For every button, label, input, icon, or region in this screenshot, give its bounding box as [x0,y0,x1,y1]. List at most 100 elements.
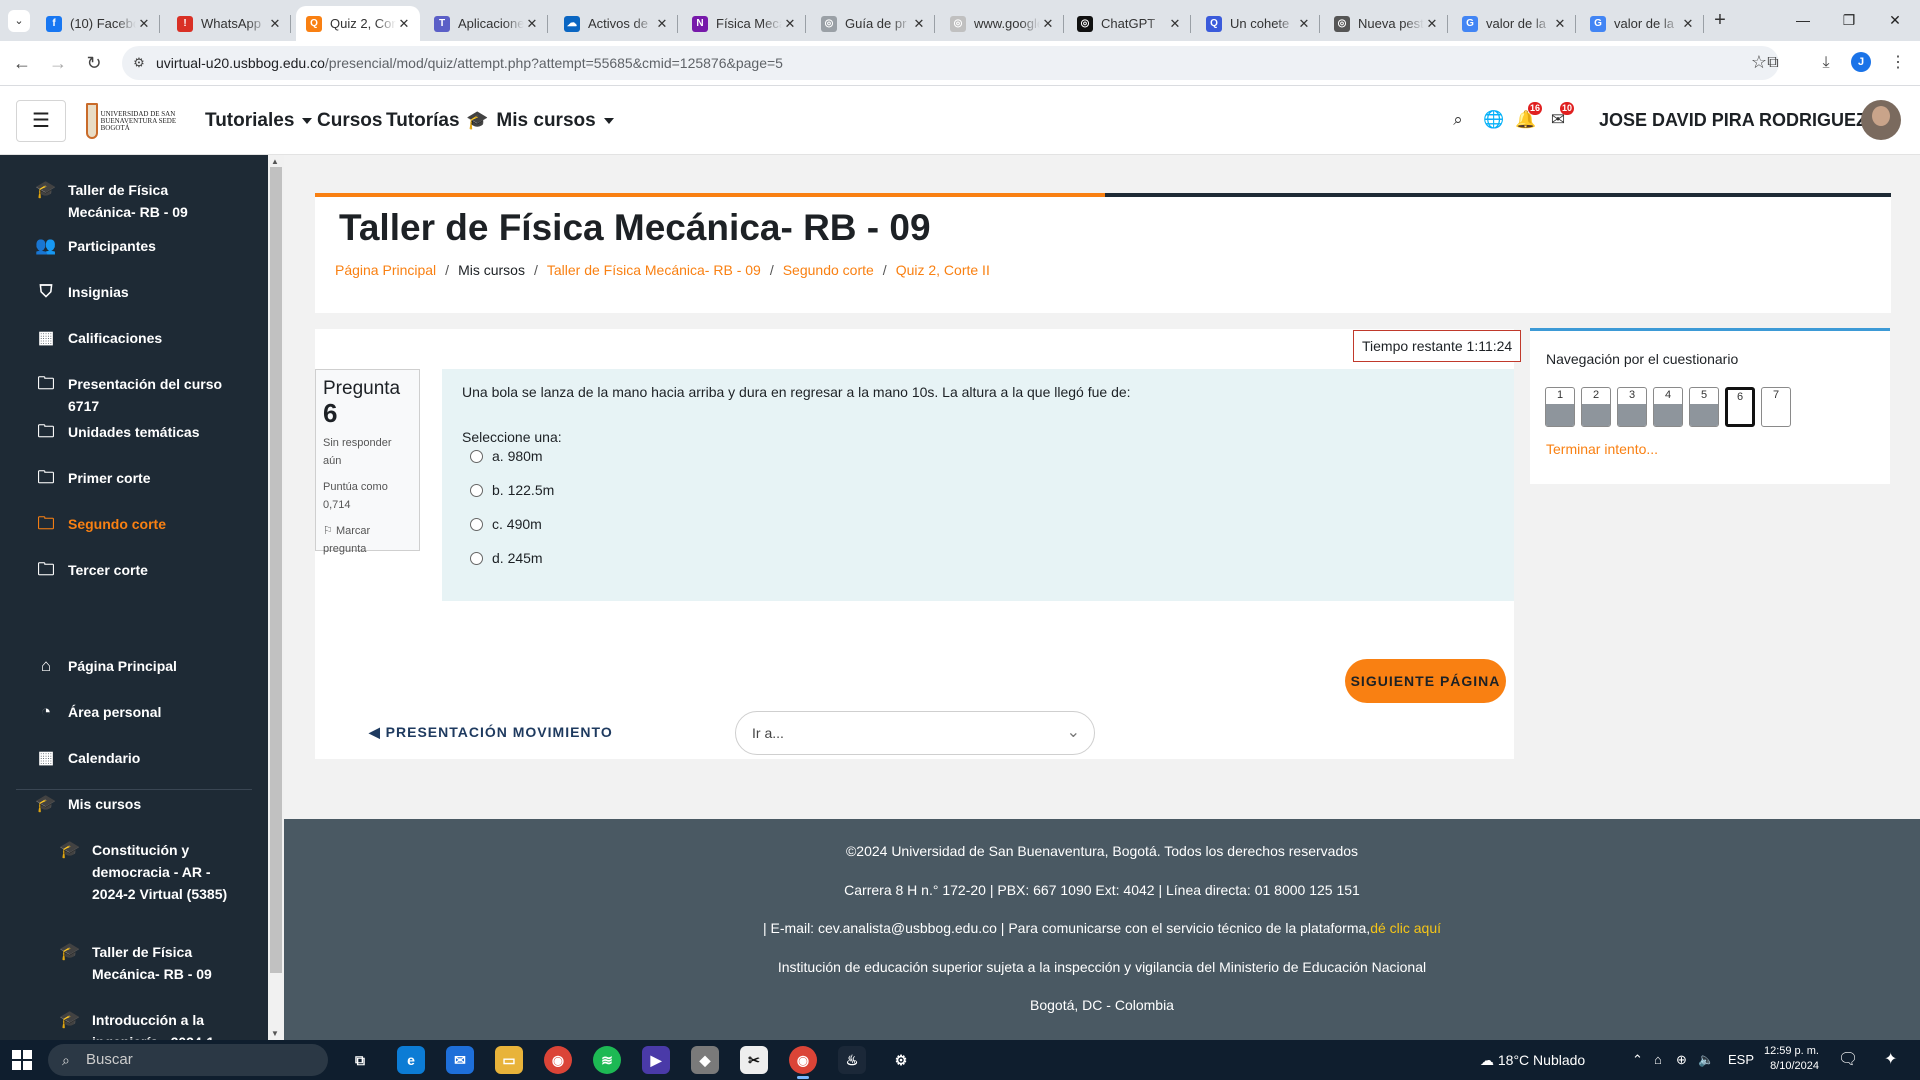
nav-tutoriales[interactable]: Tutoriales [205,86,313,155]
sidebar-item[interactable]: 🎓 Taller de Física Mecánica- RB - 09 [34,179,234,223]
quiz-nav-button[interactable]: 3 [1617,387,1647,427]
breadcrumb-item-section[interactable]: Segundo corte [783,262,874,278]
sidebar-item[interactable]: ⛉ Insignias [34,281,234,303]
radio-button[interactable] [470,551,483,565]
radio-button[interactable] [470,517,483,531]
browser-tab[interactable]: ◎ ChatGPT ✕ [1067,6,1191,41]
tab-close-icon[interactable]: ✕ [1167,16,1183,32]
sidebar-item[interactable]: 👥 Participantes [34,235,234,257]
browser-tab[interactable]: ☁ Activos de ✕ [554,6,678,41]
tab-close-icon[interactable]: ✕ [1680,16,1696,32]
previous-activity-link[interactable]: ◀ PRESENTACIÓN MOVIMIENTO [369,724,613,741]
taskbar-search-field[interactable]: ⌕ Buscar [48,1044,328,1076]
jump-to-select[interactable]: Ir a... ⌄ [735,711,1095,755]
download-icon[interactable]: ⤓ [1813,50,1839,76]
browser-tab[interactable]: Gvalor de la ✕ [1452,6,1576,41]
user-avatar[interactable] [1861,100,1901,140]
breadcrumb-item-quiz[interactable]: Quiz 2, Corte II [896,262,990,278]
scroll-up-icon[interactable]: ▲ [271,157,279,166]
spotify-icon[interactable]: ≋ [593,1046,621,1074]
nav-mis-cursos[interactable]: 🎓 Mis cursos [466,86,614,155]
taskbar-clock[interactable]: 12:59 p. m. 8/10/2024 [1763,1044,1819,1074]
globe-icon[interactable]: ⊕ [1676,1040,1687,1080]
close-window-button[interactable]: ✕ [1872,6,1918,34]
new-tab-button[interactable]: + [1706,6,1734,34]
sidebar-item[interactable]: 🗀 Presentación del curso 6717 [34,373,234,417]
sidebar-scrollbar[interactable]: ▲ ▼ [268,155,284,1040]
browser-tab[interactable]: f (10) Facebook✕ [36,6,160,41]
tab-close-icon[interactable]: ✕ [654,16,670,32]
drawer-toggle-button[interactable]: ☰ [16,100,66,142]
nav-cursos[interactable]: Cursos [317,86,382,155]
quiz-nav-button[interactable]: 7 [1761,387,1791,427]
url-field[interactable]: ⚙ uvirtual-u20.usbbog.edu.co/presencial/… [122,46,1779,80]
sidebar-item[interactable]: 🗀 Tercer corte [34,559,234,581]
sidebar-course-link[interactable]: 🎓 Taller de Física Mecánica- RB - 09 [58,941,238,985]
sidebar-item[interactable]: ▦ Calificaciones [34,327,234,349]
media-player-icon[interactable]: ▶ [642,1046,670,1074]
mail-icon[interactable]: ✉ [446,1046,474,1074]
profile-avatar[interactable]: J [1851,52,1871,72]
sidebar-item[interactable]: 🗀 Segundo corte [34,513,234,535]
quiz-nav-button[interactable]: 5 [1689,387,1719,427]
university-logo[interactable]: UNIVERSIDAD DE SAN BUENAVENTURA SEDE BOG… [86,102,178,140]
tab-close-icon[interactable]: ✕ [524,16,540,32]
sidebar-course-link[interactable]: 🎓 Constitución y democracia - AR - 2024-2… [58,839,238,905]
nav-tutorias[interactable]: Tutorías [386,86,460,155]
footer-support-link[interactable]: dé clic aquí [1370,920,1441,936]
answer-option[interactable]: d. 245m [470,550,543,566]
sidebar-item[interactable]: 🗀 Unidades temáticas [34,421,234,443]
answer-option[interactable]: a. 980m [470,448,543,464]
back-icon[interactable]: ← [8,49,36,77]
edge-icon[interactable]: e [397,1046,425,1074]
browser-tab[interactable]: Gvalor de la ✕ [1580,6,1704,41]
browser-tab[interactable]: Q Un cohete ✕ [1196,6,1320,41]
browser-tab[interactable]: N Física Mecánica✕ [682,6,806,41]
steam-icon[interactable]: ♨ [838,1046,866,1074]
flag-question-button[interactable]: ⚐ Marcar pregunta [323,522,412,558]
sidebar-item[interactable]: 🎓 Mis cursos [34,793,234,815]
network-icon[interactable]: ⌂ [1654,1040,1662,1080]
tab-close-icon[interactable]: ✕ [911,16,927,32]
tab-close-icon[interactable]: ✕ [1296,16,1312,32]
extensions-icon[interactable]: ⧉ [1760,50,1786,76]
reload-icon[interactable]: ↻ [80,49,108,77]
browser-tab[interactable]: T Aplicaciones ✕ [424,6,548,41]
quiz-nav-button[interactable]: 6 [1725,387,1755,427]
tab-close-icon[interactable]: ✕ [1040,16,1056,32]
file-explorer-icon[interactable]: ▭ [495,1046,523,1074]
task-view-icon[interactable]: ⧉ [346,1046,374,1074]
tab-close-icon[interactable]: ✕ [396,16,412,32]
copilot-icon[interactable]: ✦ [1884,1040,1897,1080]
finish-attempt-link[interactable]: Terminar intento... [1546,441,1658,457]
scroll-down-icon[interactable]: ▼ [271,1029,279,1038]
answer-option[interactable]: c. 490m [470,516,542,532]
tab-close-icon[interactable]: ✕ [267,16,283,32]
user-name[interactable]: JOSE DAVID PIRA RODRIGUEZ [1599,86,1867,155]
radio-button[interactable] [470,483,483,497]
tab-close-icon[interactable]: ✕ [1424,16,1440,32]
game-app-icon[interactable]: ◆ [691,1046,719,1074]
breadcrumb-item-home[interactable]: Página Principal [335,262,436,278]
site-info-icon[interactable]: ⚙ [130,54,148,72]
sidebar-course-link[interactable]: 🎓 Introducción a la ingeniería - 2024-1 - [58,1009,238,1040]
browser-tab[interactable]: ◎ Nueva pestaña✕ [1324,6,1448,41]
weather-widget[interactable]: ☁ 18°C Nublado [1480,1040,1585,1080]
sidebar-item[interactable]: ⌂ Página Principal [34,655,234,677]
radio-button[interactable] [470,449,483,463]
restore-button[interactable]: ❐ [1826,6,1872,34]
sidebar-item[interactable]: ◔ Área personal [34,701,234,723]
language-globe-icon[interactable]: 🌐 [1483,110,1505,130]
browser-tab[interactable]: ◎ www.google ✕ [940,6,1064,41]
chrome-active-icon[interactable]: ◉ [789,1046,817,1079]
windows-start-icon[interactable] [12,1050,32,1070]
next-page-button[interactable]: SIGUIENTE PÁGINA [1345,659,1506,703]
scrollbar-thumb[interactable] [270,167,282,973]
chrome-icon[interactable]: ◉ [544,1046,572,1074]
browser-tab[interactable]: ! WhatsApp ✕ [167,6,291,41]
tab-close-icon[interactable]: ✕ [1552,16,1568,32]
language-indicator[interactable]: ESP [1728,1040,1754,1080]
quiz-nav-button[interactable]: 4 [1653,387,1683,427]
breadcrumb-item-course[interactable]: Taller de Física Mecánica- RB - 09 [547,262,761,278]
browser-tab[interactable]: ◎ Guía de pr ✕ [811,6,935,41]
